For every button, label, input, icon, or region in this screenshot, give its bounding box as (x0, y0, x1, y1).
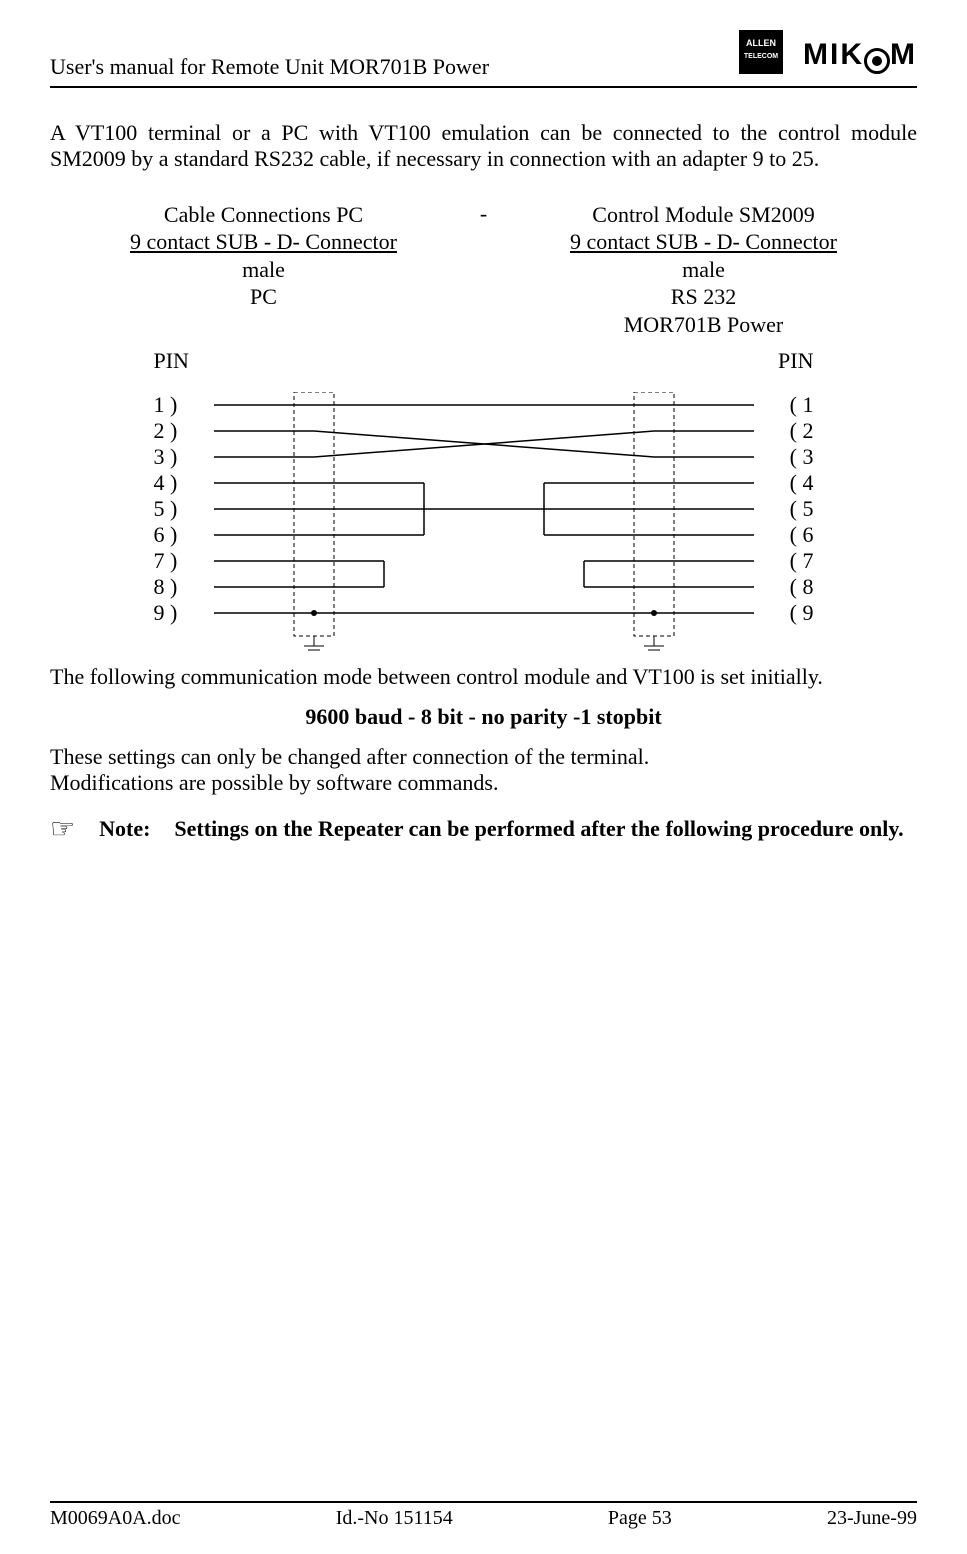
pin-right-2: ( 2 (790, 418, 814, 444)
page-header: User's manual for Remote Unit MOR701B Po… (50, 30, 917, 88)
intro-paragraph: A VT100 terminal or a PC with VT100 emul… (50, 120, 917, 173)
footer-date: 23-June-99 (827, 1507, 917, 1530)
allen-telecom-logo: ALLEN TELECOM (739, 30, 783, 80)
cable-heading: Cable Connections PC 9 contact SUB - D- … (50, 201, 917, 339)
pin-diagram: 1 ) 2 ) 3 ) 4 ) 5 ) 6 ) 7 ) 8 ) 9 ) ( 1 … (154, 392, 814, 652)
svg-text:ALLEN: ALLEN (746, 38, 776, 48)
note-label: Note: (99, 816, 150, 844)
footer-page: Page 53 (608, 1507, 672, 1530)
mikom-logo-o-icon (864, 48, 890, 74)
settings-paragraph: These settings can only be changed after… (50, 744, 917, 796)
pin-label-right: PIN (778, 348, 813, 374)
cable-right-line5: MOR701B Power (544, 311, 864, 339)
pin-right-1: ( 1 (790, 392, 814, 418)
page-footer: M0069A0A.doc Id.-No 151154 Page 53 23-Ju… (50, 1501, 917, 1530)
pin-right-4: ( 4 (790, 470, 814, 496)
logo-group: ALLEN TELECOM MIK M (739, 30, 917, 80)
svg-text:TELECOM: TELECOM (744, 53, 778, 60)
cable-right-line3: male (544, 256, 864, 284)
pin-left-3: 3 ) (154, 444, 178, 470)
cable-sep: - (424, 201, 544, 339)
mikom-logo-post: M (890, 38, 917, 71)
settings-line-2: Modifications are possible by software c… (50, 770, 917, 796)
cable-right-col: Control Module SM2009 9 contact SUB - D-… (544, 201, 864, 339)
wiring-diagram-icon (214, 392, 754, 652)
footer-id: Id.-No 151154 (336, 1507, 453, 1530)
pin-label-left: PIN (154, 348, 189, 374)
pin-left-1: 1 ) (154, 392, 178, 418)
pin-right-6: ( 6 (790, 522, 814, 548)
pin-right-7: ( 7 (790, 548, 814, 574)
note-text: Settings on the Repeater can be performe… (174, 816, 903, 844)
pin-label-row: PIN PIN (154, 348, 814, 374)
cable-left-line4: PC (104, 283, 424, 311)
pin-right-9: ( 9 (790, 600, 814, 626)
mikom-logo-pre: MIK (803, 38, 864, 71)
manual-title: User's manual for Remote Unit MOR701B Po… (50, 54, 489, 80)
pin-left-8: 8 ) (154, 574, 178, 600)
pin-left-7: 7 ) (154, 548, 178, 574)
baud-settings: 9600 baud - 8 bit - no parity -1 stopbit (50, 704, 917, 730)
pin-right-8: ( 8 (790, 574, 814, 600)
pin-right-3: ( 3 (790, 444, 814, 470)
cable-right-line4: RS 232 (544, 283, 864, 311)
mikom-logo: MIK M (803, 38, 917, 72)
pin-right-5: ( 5 (790, 496, 814, 522)
pin-left-9: 9 ) (154, 600, 178, 626)
cable-left-line3: male (104, 256, 424, 284)
note-block: ☞ Note: Settings on the Repeater can be … (50, 816, 917, 844)
pointing-hand-icon: ☞ (50, 816, 75, 844)
pin-labels-right: ( 1 ( 2 ( 3 ( 4 ( 5 ( 6 ( 7 ( 8 ( 9 (790, 392, 814, 626)
pin-left-4: 4 ) (154, 470, 178, 496)
footer-doc: M0069A0A.doc (50, 1507, 181, 1530)
settings-line-1: These settings can only be changed after… (50, 744, 917, 770)
comm-mode-text: The following communication mode between… (50, 664, 917, 690)
cable-left-line2: 9 contact SUB - D- Connector (104, 228, 424, 256)
cable-right-line1: Control Module SM2009 (544, 201, 864, 229)
cable-left-line1: Cable Connections PC (104, 201, 424, 229)
pin-left-2: 2 ) (154, 418, 178, 444)
pin-labels-left: 1 ) 2 ) 3 ) 4 ) 5 ) 6 ) 7 ) 8 ) 9 ) (154, 392, 178, 626)
pin-left-6: 6 ) (154, 522, 178, 548)
pin-left-5: 5 ) (154, 496, 178, 522)
cable-right-line2: 9 contact SUB - D- Connector (544, 228, 864, 256)
cable-left-col: Cable Connections PC 9 contact SUB - D- … (104, 201, 424, 339)
